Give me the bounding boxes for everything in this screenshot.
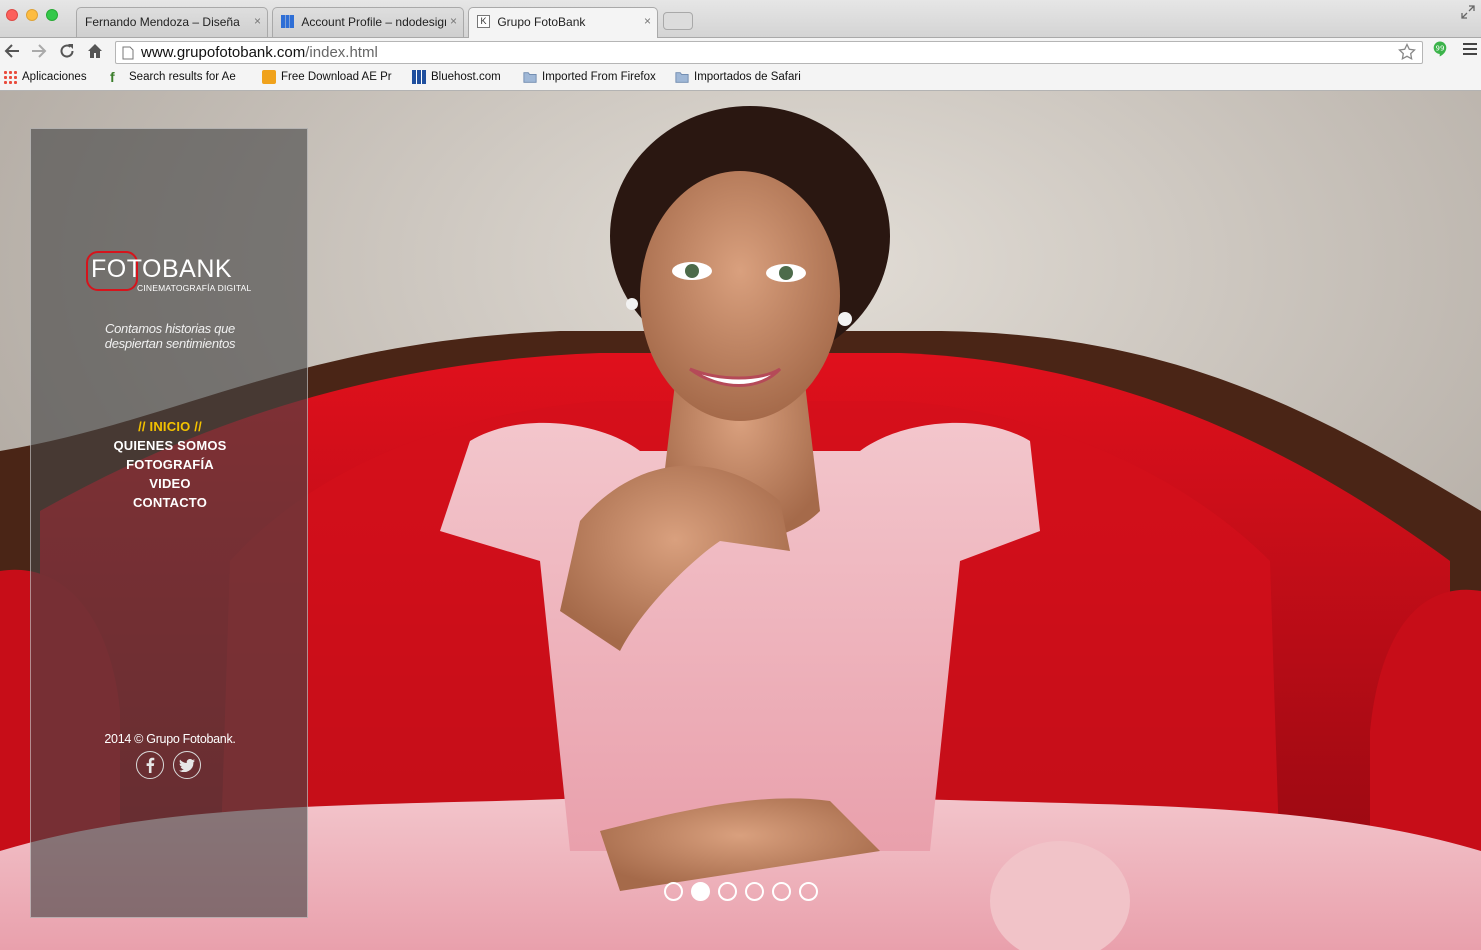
- sidebar-panel: FOTOBANK CINEMATOGRAFÍA DIGITAL Contamos…: [30, 128, 308, 918]
- slider-dot-2[interactable]: [691, 882, 710, 901]
- bookmark-label: Free Download AE Pr: [281, 71, 392, 83]
- nav-inicio[interactable]: // INICIO //: [31, 417, 309, 436]
- window-close-button[interactable]: [6, 9, 18, 21]
- bookmark-folder-firefox[interactable]: Imported From Firefox: [523, 70, 659, 84]
- hangouts-extension-icon[interactable]: 99: [1433, 41, 1447, 57]
- bookmark-aplicaciones[interactable]: Aplicaciones: [3, 70, 87, 84]
- url-host: www.grupofotobank.com: [141, 44, 306, 61]
- fotobank-logo[interactable]: FOTOBANK CINEMATOGRAFÍA DIGITAL: [83, 245, 258, 299]
- home-button[interactable]: [84, 40, 106, 62]
- slider-dot-5[interactable]: [772, 882, 791, 901]
- grid-favicon-icon: [281, 15, 294, 29]
- tagline: Contamos historias que despiertan sentim…: [31, 321, 309, 351]
- bookmark-folder-safari[interactable]: Importados de Safari: [675, 70, 801, 84]
- logo-wordmark: FOTOBANK: [91, 255, 233, 283]
- bookmark-bluehost[interactable]: Bluehost.com: [412, 70, 501, 84]
- page-icon: [122, 46, 134, 60]
- main-navigation: // INICIO // QUIENES SOMOS FOTOGRAFÍA VI…: [31, 417, 309, 512]
- tagline-line-2: despiertan sentimientos: [104, 336, 236, 351]
- tab-close-icon[interactable]: ×: [450, 8, 457, 34]
- new-tab-button[interactable]: [663, 12, 693, 30]
- tab-title: Grupo FotoBank: [497, 14, 586, 29]
- window-minimize-button[interactable]: [26, 9, 38, 21]
- tab-close-icon[interactable]: ×: [254, 8, 261, 34]
- logo-subtitle: CINEMATOGRAFÍA DIGITAL: [137, 283, 252, 293]
- search-favicon-icon: f: [110, 70, 115, 84]
- forward-button[interactable]: [28, 40, 50, 62]
- bluehost-favicon-icon: [412, 70, 426, 84]
- tab-title: Fernando Mendoza – Diseñador: [85, 14, 240, 29]
- slider-dot-4[interactable]: [745, 882, 764, 901]
- browser-tab-strip: Fernando Mendoza – Diseñador × Account P…: [0, 0, 1481, 38]
- slider-pagination: [664, 882, 818, 901]
- nav-fotografia[interactable]: FOTOGRAFÍA: [31, 455, 309, 474]
- url-text: www.grupofotobank.com/index.html: [141, 44, 378, 61]
- tab-title: Account Profile – ndodesign: [301, 14, 447, 29]
- page-content: FOTOBANK CINEMATOGRAFÍA DIGITAL Contamos…: [0, 91, 1481, 950]
- folder-icon: [675, 72, 689, 83]
- reload-icon: [60, 44, 74, 58]
- nav-quienes-somos[interactable]: QUIENES SOMOS: [31, 436, 309, 455]
- tab-account-profile[interactable]: Account Profile – ndodesign ×: [272, 7, 464, 37]
- tab-fernando-mendoza[interactable]: Fernando Mendoza – Diseñador ×: [76, 7, 268, 37]
- facebook-icon[interactable]: [136, 751, 164, 779]
- back-arrow-icon: [4, 44, 19, 58]
- fullscreen-icon[interactable]: [1461, 5, 1475, 19]
- bookmark-free-download[interactable]: Free Download AE Pr: [262, 70, 396, 84]
- bookmark-search-results[interactable]: f Search results for Ae: [110, 70, 246, 84]
- bookmark-label: Importados de Safari: [694, 71, 801, 83]
- bookmark-label: Aplicaciones: [22, 71, 87, 83]
- folder-icon: [523, 72, 537, 83]
- nav-contacto[interactable]: CONTACTO: [31, 493, 309, 512]
- slider-dot-3[interactable]: [718, 882, 737, 901]
- bookmarks-bar: Aplicaciones f Search results for Ae Fre…: [0, 65, 1481, 91]
- tab-close-icon[interactable]: ×: [644, 8, 651, 34]
- window-zoom-button[interactable]: [46, 9, 58, 21]
- download-favicon-icon: [262, 70, 276, 84]
- browser-menu-icon[interactable]: [1463, 43, 1477, 58]
- slider-dot-6[interactable]: [799, 882, 818, 901]
- k-favicon-icon: K: [477, 15, 490, 29]
- slider-dot-1[interactable]: [664, 882, 683, 901]
- home-icon: [88, 44, 102, 58]
- forward-arrow-icon: [32, 44, 47, 58]
- reload-button[interactable]: [56, 40, 78, 62]
- copyright-text: 2014 © Grupo Fotobank.: [104, 732, 236, 746]
- bookmark-label: Bluehost.com: [431, 71, 501, 83]
- bookmark-label: Imported From Firefox: [542, 71, 656, 83]
- tagline-line-1: Contamos historias que: [105, 321, 235, 336]
- apps-grid-icon: [3, 70, 17, 84]
- url-path: /index.html: [305, 44, 378, 61]
- tab-grupo-fotobank[interactable]: K Grupo FotoBank ×: [468, 7, 658, 38]
- address-bar[interactable]: www.grupofotobank.com/index.html: [115, 41, 1423, 64]
- twitter-icon[interactable]: [173, 751, 201, 779]
- bookmark-label: Search results for Ae: [129, 71, 236, 83]
- browser-toolbar: www.grupofotobank.com/index.html 99: [0, 38, 1481, 65]
- nav-video[interactable]: VIDEO: [31, 474, 309, 493]
- bookmark-star-icon[interactable]: [1398, 43, 1416, 61]
- svg-text:99: 99: [1436, 45, 1445, 53]
- back-button[interactable]: [1, 40, 23, 62]
